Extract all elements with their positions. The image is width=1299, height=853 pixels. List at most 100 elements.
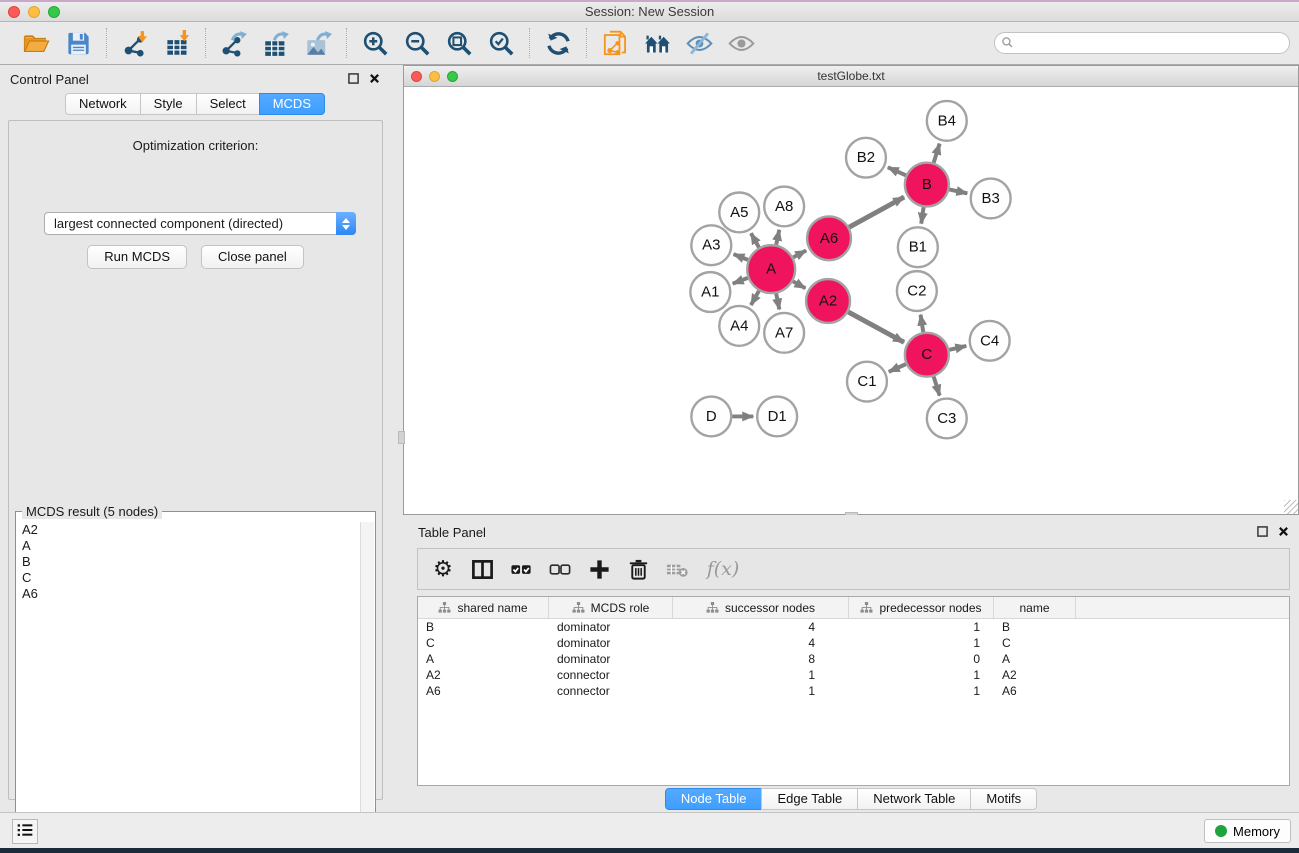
home-button[interactable] [639,26,675,60]
network-file-button[interactable] [597,26,633,60]
zoom-window-button[interactable] [48,6,60,18]
table-cell[interactable]: dominator [549,651,673,667]
node-D1[interactable]: D1 [757,397,797,437]
network-window-titlebar[interactable]: testGlobe.txt [404,66,1298,87]
node-A8[interactable]: A8 [764,187,804,227]
run-mcds-button[interactable]: Run MCDS [87,245,187,269]
edge-A6-B[interactable] [849,197,904,227]
node-D[interactable]: D [691,397,731,437]
mcds-result-item[interactable]: C [17,570,360,586]
import-table-button[interactable] [159,26,195,60]
mcds-result-item[interactable]: B [17,554,360,570]
edge-B-B2[interactable] [888,167,906,175]
node-A7[interactable]: A7 [764,313,804,353]
edge-C-C2[interactable] [921,315,924,332]
minimize-window-button[interactable] [28,6,40,18]
tab-edge-table[interactable]: Edge Table [761,788,858,810]
node-B4[interactable]: B4 [927,101,967,141]
edge-B-B3[interactable] [949,189,967,193]
table-row[interactable]: Bdominator41B [418,619,1289,635]
edge-C-C1[interactable] [889,364,906,372]
node-C[interactable]: C [905,333,949,377]
column-header-successor-nodes[interactable]: successor nodes [673,597,849,618]
table-cell[interactable]: B [418,619,549,635]
network-canvas[interactable]: B4B2BB3A8A5A6A3B1AC2A1A2A4A7C4CC1C3DD1 [405,88,1293,509]
table-cell[interactable]: A6 [418,683,549,699]
zoom-in-button[interactable] [357,26,393,60]
result-scrollbar[interactable] [360,522,374,851]
network-zoom-button[interactable] [447,71,458,82]
edge-A-A6[interactable] [793,250,806,257]
column-header-predecessor-nodes[interactable]: predecessor nodes [849,597,994,618]
node-B3[interactable]: B3 [971,179,1011,219]
edge-A-A2[interactable] [793,281,806,288]
delete-column-button[interactable] [623,554,653,584]
table-cell[interactable]: A2 [418,667,549,683]
node-A5[interactable]: A5 [719,193,759,233]
edge-A-A4[interactable] [751,291,759,305]
select-all-button[interactable] [506,554,536,584]
table-cell[interactable]: connector [549,683,673,699]
table-cell[interactable]: B [994,619,1076,635]
tab-mcds[interactable]: MCDS [259,93,325,115]
node-B2[interactable]: B2 [846,138,886,178]
window-resize-grip[interactable] [1284,500,1298,514]
edge-C-C4[interactable] [949,346,966,350]
table-options-button[interactable]: ⚙ [428,554,458,584]
table-cell[interactable]: 8 [673,651,849,667]
table-cell[interactable]: connector [549,667,673,683]
table-cell[interactable]: 1 [849,619,994,635]
task-history-button[interactable] [12,819,38,844]
table-cell[interactable]: dominator [549,619,673,635]
tab-network-table[interactable]: Network Table [857,788,971,810]
hide-annotations-button[interactable] [681,26,717,60]
node-A[interactable]: A [747,245,795,293]
criterion-select[interactable]: largest connected component (directed) [44,212,356,235]
column-header-MCDS-role[interactable]: MCDS role [549,597,673,618]
table-cell[interactable]: A [418,651,549,667]
table-cell[interactable]: 1 [849,667,994,683]
delete-table-button[interactable] [662,554,692,584]
close-panel-button[interactable]: Close panel [201,245,304,269]
table-cell[interactable]: A [994,651,1076,667]
table-float-panel-icon[interactable] [1257,526,1268,537]
edge-B-B4[interactable] [934,144,940,163]
deselect-all-button[interactable] [545,554,575,584]
add-column-button[interactable] [584,554,614,584]
search-input[interactable] [994,32,1290,54]
node-A1[interactable]: A1 [690,272,730,312]
edge-A-A5[interactable] [751,233,759,247]
table-cell[interactable]: 1 [673,683,849,699]
table-cell[interactable]: 4 [673,619,849,635]
function-builder-button[interactable]: f(x) [701,554,745,584]
table-row[interactable]: A6connector11A6 [418,683,1289,699]
table-cell[interactable]: 1 [849,683,994,699]
show-annotations-button[interactable] [723,26,759,60]
table-cell[interactable]: A6 [994,683,1076,699]
network-minimize-button[interactable] [429,71,440,82]
import-network-button[interactable] [117,26,153,60]
tab-motifs[interactable]: Motifs [970,788,1037,810]
memory-button[interactable]: Memory [1204,819,1291,843]
table-row[interactable]: Cdominator41C [418,635,1289,651]
export-table-button[interactable] [258,26,294,60]
export-image-button[interactable] [300,26,336,60]
close-panel-icon[interactable] [369,73,380,84]
mcds-result-item[interactable]: A6 [17,586,360,602]
edge-A-A3[interactable] [734,254,748,260]
tab-node-table[interactable]: Node Table [665,788,763,810]
table-close-panel-icon[interactable] [1278,526,1289,537]
show-columns-button[interactable] [467,554,497,584]
node-C3[interactable]: C3 [927,399,967,439]
float-panel-icon[interactable] [348,73,359,84]
node-B1[interactable]: B1 [898,227,938,267]
apply-layout-button[interactable] [540,26,576,60]
column-header-shared-name[interactable]: shared name [418,597,549,618]
edge-A2-C[interactable] [848,312,904,342]
zoom-fit-button[interactable] [441,26,477,60]
vertical-splitter-handle[interactable] [398,431,405,444]
node-A2[interactable]: A2 [806,279,850,323]
tab-network[interactable]: Network [65,93,141,115]
zoom-out-button[interactable] [399,26,435,60]
node-A6[interactable]: A6 [807,216,851,260]
